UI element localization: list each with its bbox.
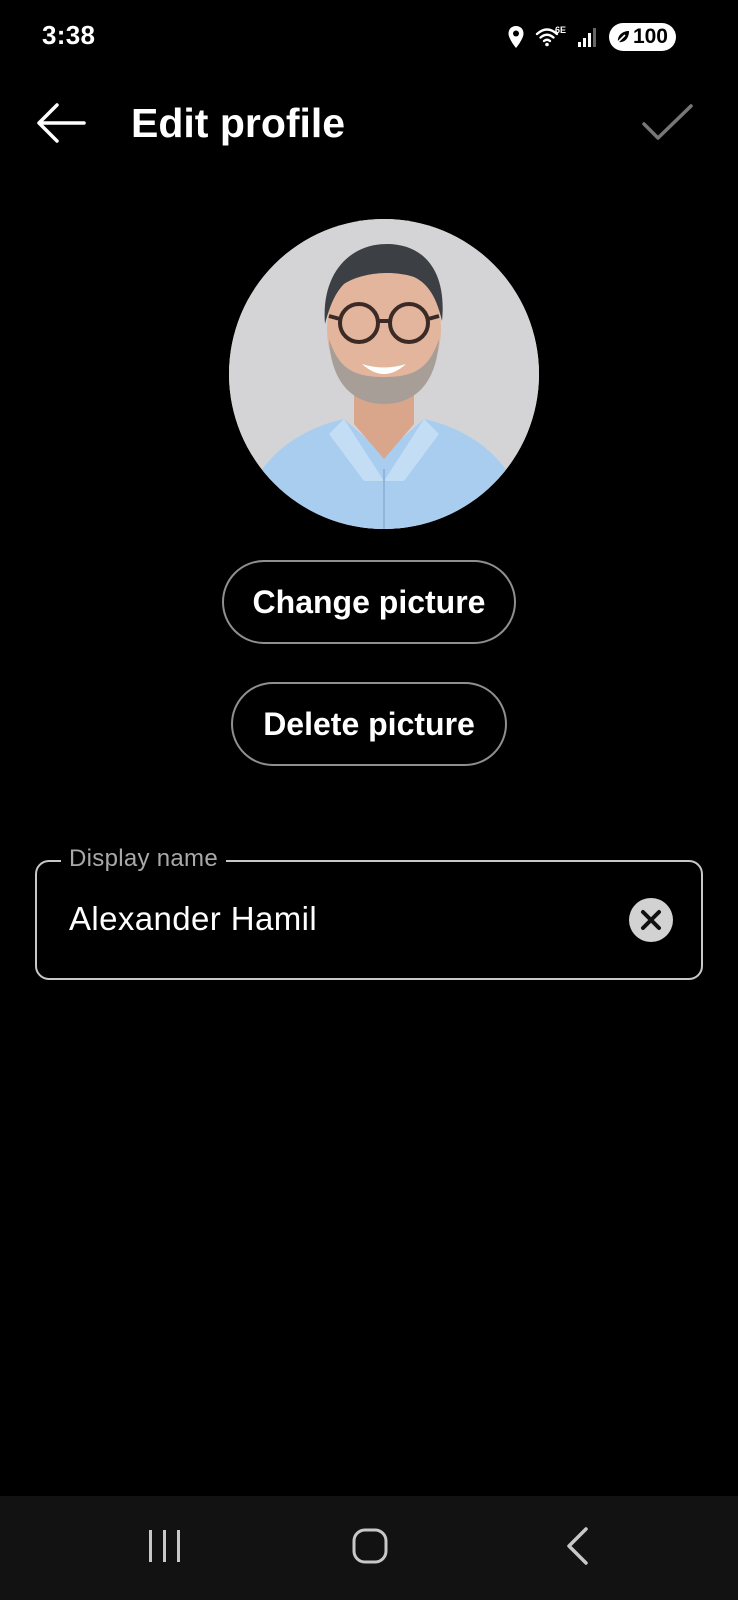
system-back-button[interactable] xyxy=(542,1516,612,1576)
system-nav-bar xyxy=(0,1496,738,1600)
back-icon xyxy=(542,1516,612,1576)
clear-text-button[interactable] xyxy=(629,898,673,942)
delete-picture-button[interactable]: Delete picture xyxy=(231,682,507,766)
save-button[interactable] xyxy=(636,98,696,148)
wifi-band-label: 6E xyxy=(555,25,566,35)
app-header: Edit profile xyxy=(0,90,738,160)
battery-saver-icon xyxy=(615,29,631,45)
recents-icon xyxy=(129,1516,199,1576)
status-time: 3:38 xyxy=(42,20,96,50)
home-button[interactable] xyxy=(335,1516,405,1576)
checkmark-icon xyxy=(636,104,696,152)
battery-indicator: 100 xyxy=(608,23,676,51)
page-title: Edit profile xyxy=(131,100,346,146)
arrow-left-icon xyxy=(30,103,90,152)
battery-level: 100 xyxy=(632,25,668,48)
home-icon xyxy=(335,1516,405,1576)
clear-icon xyxy=(629,898,673,942)
wifi-6e-icon: 6E xyxy=(535,25,567,49)
back-button[interactable] xyxy=(30,98,90,148)
status-icons: 6E 100 xyxy=(507,22,676,52)
signal-icon xyxy=(577,26,599,48)
change-picture-button[interactable]: Change picture xyxy=(222,560,516,644)
display-name-label: Display name xyxy=(61,842,226,876)
avatar[interactable] xyxy=(229,219,539,529)
display-name-field: Display name xyxy=(35,842,703,980)
recents-button[interactable] xyxy=(129,1516,199,1576)
display-name-input[interactable] xyxy=(69,894,589,944)
status-bar: 3:38 6E 100 xyxy=(0,0,738,74)
location-icon xyxy=(507,25,525,49)
